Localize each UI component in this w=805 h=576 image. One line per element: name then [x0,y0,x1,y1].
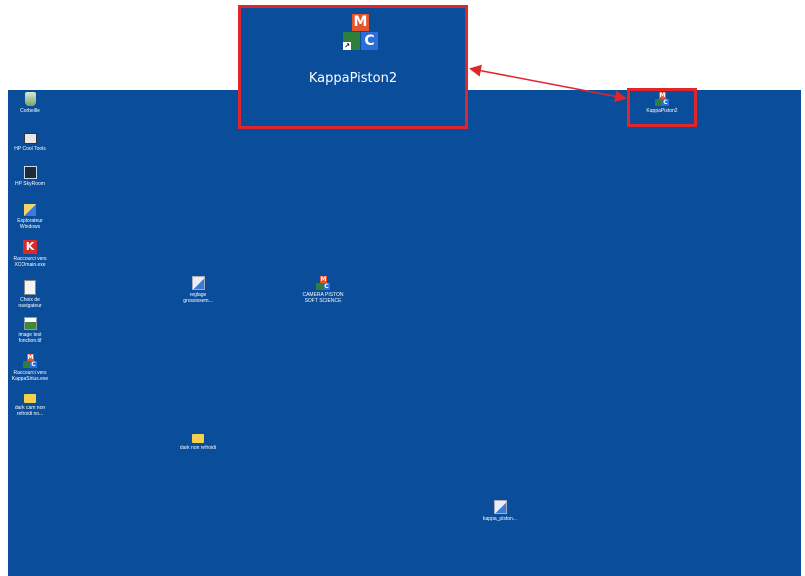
callout-arrow [469,64,627,103]
